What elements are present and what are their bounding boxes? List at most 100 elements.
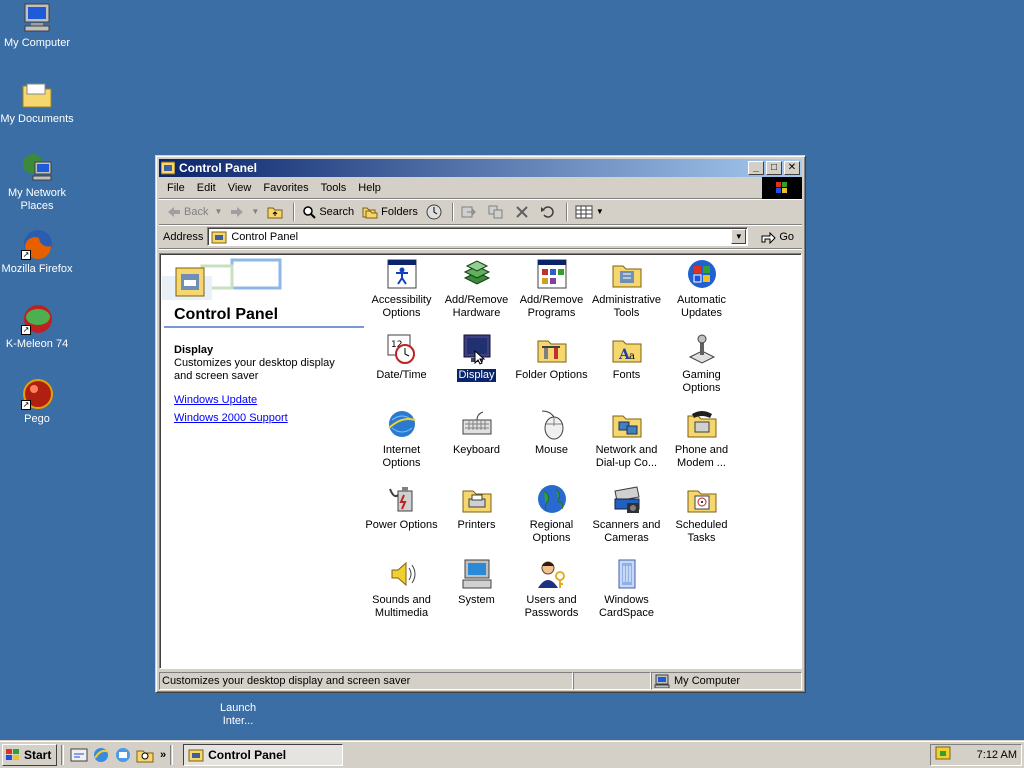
folders-button[interactable]: Folders bbox=[358, 203, 422, 221]
item-mouse[interactable]: Mouse bbox=[514, 406, 589, 457]
windows-update-link[interactable]: Windows Update bbox=[174, 394, 257, 406]
desktop-icon-my-documents[interactable]: My Documents bbox=[0, 78, 74, 126]
chevron-down-icon[interactable]: ▼ bbox=[251, 207, 259, 216]
close-button[interactable]: ✕ bbox=[784, 161, 800, 175]
menu-tools[interactable]: Tools bbox=[315, 180, 353, 196]
desktop-icon-launch-internet[interactable]: Launch Inter... bbox=[201, 690, 275, 728]
desktop-icon-label: Launch Inter... bbox=[220, 702, 257, 727]
start-label: Start bbox=[24, 747, 52, 762]
item-label: Windows CardSpace bbox=[598, 594, 655, 619]
users-icon bbox=[536, 558, 568, 590]
maximize-button[interactable]: □ bbox=[766, 161, 782, 175]
item-folder-options[interactable]: Folder Options bbox=[514, 331, 589, 382]
toolbar-separator bbox=[293, 202, 296, 221]
item-regional-options[interactable]: Regional Options bbox=[514, 481, 589, 545]
taskbar-button-control-panel[interactable]: Control Panel bbox=[183, 743, 344, 766]
quick-launch-overflow-icon[interactable]: » bbox=[160, 749, 166, 761]
item-sounds-multimedia[interactable]: Sounds and Multimedia bbox=[364, 556, 439, 620]
title-bar[interactable]: Control Panel _ □ ✕ bbox=[159, 159, 802, 177]
item-add-remove-programs[interactable]: Add/Remove Programs bbox=[514, 256, 589, 320]
item-scheduled-tasks[interactable]: Scheduled Tasks bbox=[664, 481, 739, 545]
status-zone: My Computer bbox=[651, 672, 802, 690]
status-zone-label: My Computer bbox=[674, 675, 741, 687]
start-button[interactable]: Start bbox=[2, 743, 57, 766]
control-panel-icon bbox=[160, 161, 176, 175]
item-network-dialup[interactable]: Network and Dial-up Co... bbox=[589, 406, 664, 470]
desktop-icon-label: My Documents bbox=[0, 113, 74, 125]
item-power-options[interactable]: Power Options bbox=[364, 481, 439, 532]
selected-item-title: Display bbox=[174, 344, 214, 356]
move-to-button[interactable] bbox=[457, 203, 484, 221]
item-users-passwords[interactable]: Users and Passwords bbox=[514, 556, 589, 620]
menu-edit[interactable]: Edit bbox=[191, 180, 222, 196]
clock[interactable]: 7:12 AM bbox=[977, 749, 1017, 761]
search-button[interactable]: Search bbox=[298, 203, 358, 221]
pego-icon: ↗ bbox=[21, 378, 53, 410]
mouse-icon bbox=[536, 408, 568, 440]
back-label: Back bbox=[184, 205, 209, 218]
item-display[interactable]: Display bbox=[439, 331, 514, 383]
item-automatic-updates[interactable]: Automatic Updates bbox=[664, 256, 739, 320]
go-button[interactable]: Go bbox=[756, 230, 798, 244]
delete-button[interactable] bbox=[511, 203, 536, 221]
menu-bar: File Edit View Favorites Tools Help bbox=[159, 176, 802, 199]
item-label: Gaming Options bbox=[682, 369, 721, 394]
item-add-remove-hardware[interactable]: Add/Remove Hardware bbox=[439, 256, 514, 320]
item-label: Keyboard bbox=[452, 444, 501, 456]
history-button[interactable] bbox=[422, 202, 449, 222]
views-button[interactable]: ▼ bbox=[571, 203, 608, 221]
phone-icon bbox=[686, 408, 718, 440]
shortcut-arrow-icon: ↗ bbox=[21, 250, 31, 260]
item-date-time[interactable]: 12 Date/Time bbox=[364, 331, 439, 382]
go-label: Go bbox=[779, 230, 794, 243]
address-dropdown-button[interactable]: ▼ bbox=[731, 229, 747, 244]
back-button[interactable]: Back ▼ bbox=[163, 204, 226, 220]
folder-options-icon bbox=[536, 333, 568, 365]
undo-button[interactable] bbox=[536, 203, 563, 221]
chevron-down-icon[interactable]: ▼ bbox=[596, 207, 604, 216]
item-gaming-options[interactable]: Gaming Options bbox=[664, 331, 739, 395]
item-keyboard[interactable]: Keyboard bbox=[439, 406, 514, 457]
forward-button[interactable]: ▼ bbox=[226, 204, 263, 220]
outlook-express-icon[interactable] bbox=[114, 746, 132, 764]
item-printers[interactable]: Printers bbox=[439, 481, 514, 532]
search-folder-icon[interactable] bbox=[136, 746, 154, 764]
control-panel-window: Control Panel _ □ ✕ File Edit View Favor… bbox=[155, 155, 806, 693]
item-accessibility-options[interactable]: Accessibility Options bbox=[364, 256, 439, 320]
back-arrow-icon bbox=[168, 206, 180, 217]
item-administrative-tools[interactable]: Administrative Tools bbox=[589, 256, 664, 320]
pane-title-underline bbox=[164, 326, 364, 328]
item-label: Regional Options bbox=[529, 519, 574, 544]
show-desktop-icon[interactable] bbox=[70, 746, 88, 764]
desktop-icon-kmeleon[interactable]: ↗ K-Meleon 74 bbox=[0, 303, 74, 351]
desktop-icon-pego[interactable]: ↗ Pego bbox=[0, 378, 74, 426]
item-label: Printers bbox=[457, 519, 496, 531]
internet-explorer-icon[interactable] bbox=[92, 746, 110, 764]
desktop-icon-network-places[interactable]: My Network Places bbox=[0, 152, 74, 213]
address-input[interactable]: Control Panel ▼ bbox=[207, 227, 749, 246]
selected-item-description: Customizes your desktop display and scre… bbox=[174, 357, 335, 382]
minimize-button[interactable]: _ bbox=[748, 161, 764, 175]
toolbar-separator bbox=[451, 202, 454, 221]
chevron-down-icon[interactable]: ▼ bbox=[214, 207, 222, 216]
up-folder-button[interactable] bbox=[263, 203, 290, 221]
item-fonts[interactable]: Aa Fonts bbox=[589, 331, 664, 382]
tray-security-icon[interactable] bbox=[935, 745, 951, 764]
item-scanners-cameras[interactable]: Scanners and Cameras bbox=[589, 481, 664, 545]
item-internet-options[interactable]: Internet Options bbox=[364, 406, 439, 470]
windows-2000-support-link[interactable]: Windows 2000 Support bbox=[174, 412, 288, 424]
item-phone-modem[interactable]: Phone and Modem ... bbox=[664, 406, 739, 470]
desktop-icon-my-computer[interactable]: My Computer bbox=[0, 2, 74, 50]
cardspace-icon bbox=[611, 558, 643, 590]
desktop-icon-firefox[interactable]: ↗ Mozilla Firefox bbox=[0, 228, 74, 276]
menu-favorites[interactable]: Favorites bbox=[257, 180, 314, 196]
menu-file[interactable]: File bbox=[161, 180, 191, 196]
menu-help[interactable]: Help bbox=[352, 180, 387, 196]
item-system[interactable]: System bbox=[439, 556, 514, 607]
item-label: Mouse bbox=[534, 444, 569, 456]
copy-to-button[interactable] bbox=[484, 203, 511, 221]
forward-arrow-icon bbox=[231, 206, 244, 217]
menu-view[interactable]: View bbox=[222, 180, 258, 196]
copy-to-icon bbox=[488, 205, 503, 218]
item-windows-cardspace[interactable]: Windows CardSpace bbox=[589, 556, 664, 620]
